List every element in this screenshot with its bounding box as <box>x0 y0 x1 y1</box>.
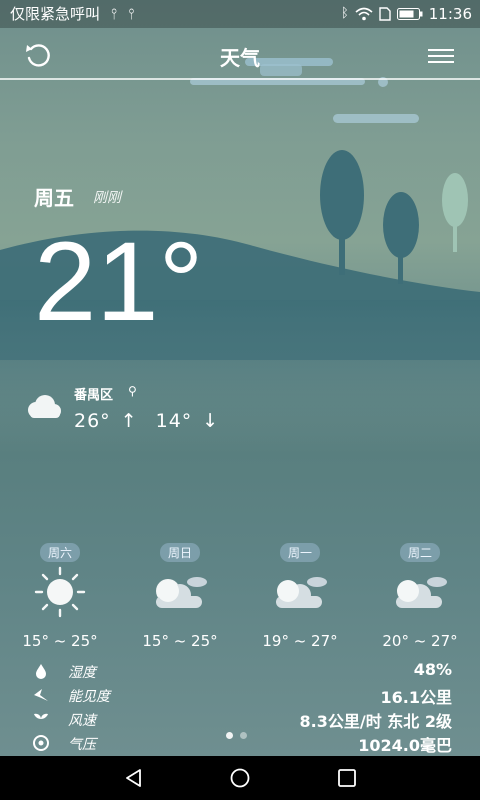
weather-screen: 仅限紧急呼叫 ⫯ ⫯ ᛒ 11:36 天气 周五 刚刚 21° 番禺区 ⚲ 26… <box>0 0 480 756</box>
usb-icon: ⫯ <box>128 5 135 23</box>
page-indicator[interactable] <box>226 724 254 743</box>
forecast-item[interactable]: 周日 15° ~ 25° <box>120 542 240 650</box>
forecast-day: 周日 <box>159 543 200 562</box>
forecast-day: 周一 <box>279 543 320 562</box>
high-low-temps: 26° ↑ 14° ↓ <box>74 410 229 432</box>
cloudy-icon <box>240 564 360 618</box>
back-icon[interactable] <box>123 767 145 789</box>
header-divider <box>0 78 480 80</box>
usb-icon: ⫯ <box>110 5 118 23</box>
location-summary: 番禺区 ⚲ 26° ↑ 14° ↓ <box>24 380 324 440</box>
detail-label: 湿度 <box>68 665 96 681</box>
wind-icon <box>34 713 48 726</box>
page-dot-active[interactable] <box>226 732 233 739</box>
forecast-item[interactable]: 周六 15° ~ 25° <box>0 542 120 650</box>
carrier-status: 仅限紧急呼叫 ⫯ ⫯ <box>10 0 135 28</box>
detail-label: 气压 <box>68 737 96 753</box>
forecast-item[interactable]: 周一 19° ~ 27° <box>240 542 360 650</box>
wifi-icon <box>355 7 373 21</box>
sunny-icon <box>0 564 120 618</box>
sim-icon <box>379 7 391 21</box>
forecast-day: 周二 <box>399 543 440 562</box>
detail-value: 48% <box>413 660 452 679</box>
location-pin-icon: ⚲ <box>128 384 137 398</box>
battery-icon <box>396 8 423 20</box>
down-arrow-icon: ↓ <box>202 410 220 432</box>
home-icon[interactable] <box>229 767 251 789</box>
detail-value: 8.3公里/时 东北 2级 <box>299 712 452 731</box>
high-temp: 26° <box>74 410 111 432</box>
recents-icon[interactable] <box>336 767 358 789</box>
cloudy-icon <box>360 564 480 618</box>
current-day: 周五 <box>34 186 74 210</box>
current-temperature: 21° <box>34 219 204 344</box>
forecast-range: 20° ~ 27° <box>382 632 458 650</box>
detail-value: 1024.0毫巴 <box>358 736 452 755</box>
forecast-row: 周六 15° ~ 25° 周日 15° ~ 25° 周一 19° ~ 27° 周… <box>0 542 480 650</box>
app-header: 天气 <box>0 28 480 80</box>
visibility-icon <box>34 689 48 701</box>
page-dot[interactable] <box>240 732 247 739</box>
menu-icon[interactable] <box>428 46 454 66</box>
location-name[interactable]: 番禺区 <box>74 384 113 403</box>
pressure-icon <box>33 735 49 751</box>
status-bar: 仅限紧急呼叫 ⫯ ⫯ ᛒ 11:36 <box>0 0 480 28</box>
forecast-range: 15° ~ 25° <box>142 632 218 650</box>
forecast-range: 19° ~ 27° <box>262 632 338 650</box>
forecast-item[interactable]: 周二 20° ~ 27° <box>360 542 480 650</box>
cloudy-icon <box>120 564 240 618</box>
detail-row-visibility: 能见度 16.1公里 <box>0 684 480 708</box>
humidity-icon <box>36 664 46 679</box>
cloudy-icon <box>28 395 61 418</box>
updated-time: 刚刚 <box>93 190 121 206</box>
detail-label: 能见度 <box>68 689 110 705</box>
system-icons: ᛒ 11:36 <box>341 0 472 28</box>
page-title: 天气 <box>220 46 260 70</box>
navigation-bar <box>0 756 480 800</box>
emergency-calls-text: 仅限紧急呼叫 <box>10 5 101 23</box>
bluetooth-icon: ᛒ <box>340 6 349 21</box>
detail-label: 风速 <box>68 713 96 729</box>
detail-row-humidity: 湿度 48% <box>0 660 480 684</box>
detail-value: 16.1公里 <box>380 688 452 707</box>
clock: 11:36 <box>428 5 472 23</box>
up-arrow-icon: ↑ <box>120 410 138 432</box>
forecast-range: 15° ~ 25° <box>22 632 98 650</box>
forecast-day: 周六 <box>39 543 80 562</box>
low-temp: 14° <box>155 410 193 432</box>
